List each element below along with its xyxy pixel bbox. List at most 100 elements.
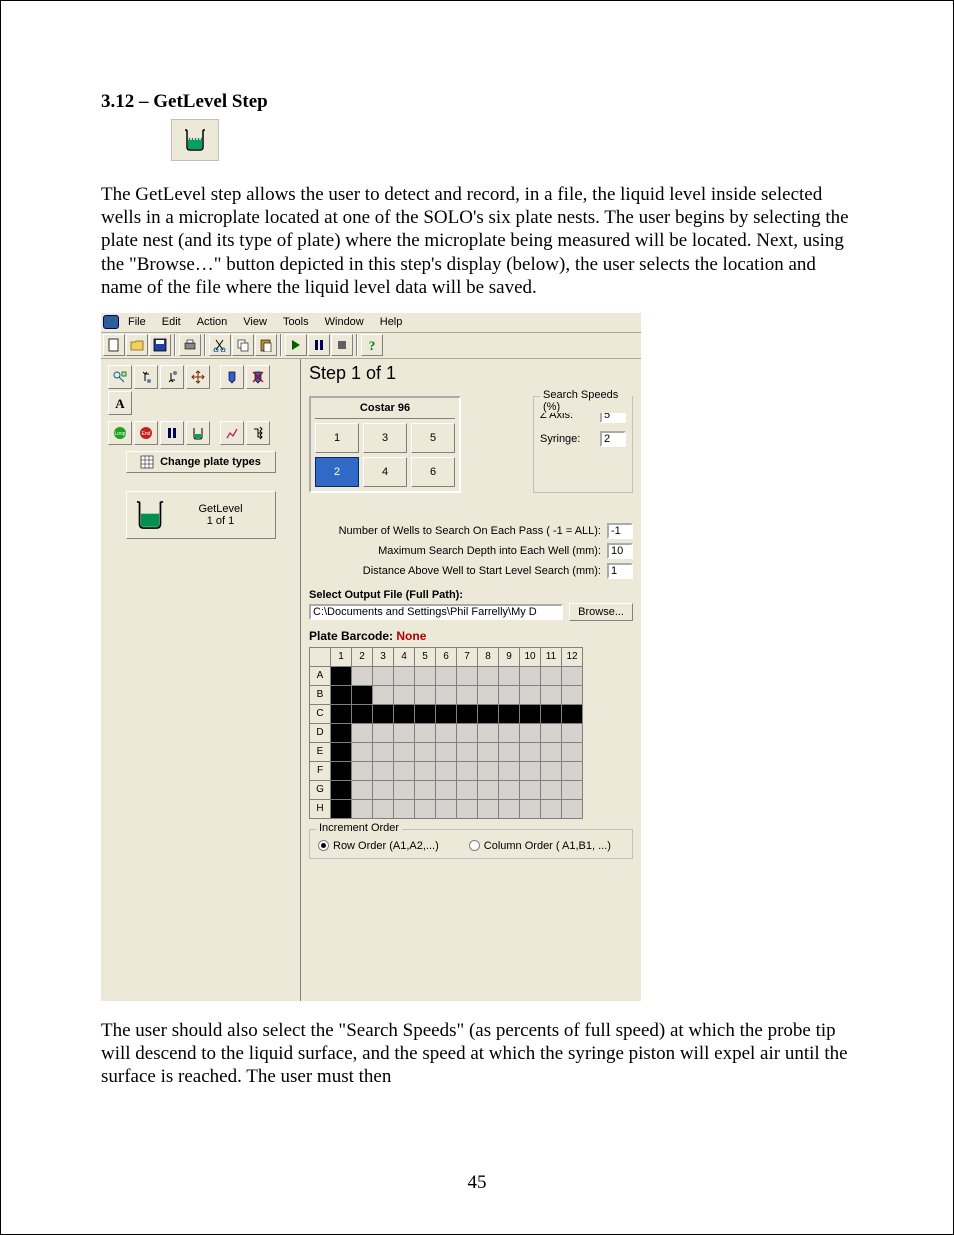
tool-text-icon[interactable]: A <box>108 391 132 415</box>
nest-cell-6[interactable]: 6 <box>411 457 455 487</box>
well-H6[interactable] <box>436 799 457 818</box>
well-G7[interactable] <box>457 780 478 799</box>
end-icon[interactable]: End <box>134 421 158 445</box>
help-icon[interactable]: ? <box>361 334 383 356</box>
well-F10[interactable] <box>520 761 541 780</box>
chart-icon[interactable] <box>220 421 244 445</box>
well-A8[interactable] <box>478 666 499 685</box>
row-header-C[interactable]: C <box>310 704 331 723</box>
well-A4[interactable] <box>394 666 415 685</box>
well-G10[interactable] <box>520 780 541 799</box>
well-E12[interactable] <box>562 742 583 761</box>
menu-action[interactable]: Action <box>190 314 235 330</box>
col-header-2[interactable]: 2 <box>352 647 373 666</box>
well-E2[interactable] <box>352 742 373 761</box>
row-header-A[interactable]: A <box>310 666 331 685</box>
well-A7[interactable] <box>457 666 478 685</box>
well-E7[interactable] <box>457 742 478 761</box>
well-grid[interactable]: 123456789101112ABCDEFGH <box>309 647 583 819</box>
col-header-3[interactable]: 3 <box>373 647 394 666</box>
col-header-11[interactable]: 11 <box>541 647 562 666</box>
well-H8[interactable] <box>478 799 499 818</box>
well-F8[interactable] <box>478 761 499 780</box>
well-E10[interactable] <box>520 742 541 761</box>
well-G3[interactable] <box>373 780 394 799</box>
col-header-12[interactable]: 12 <box>562 647 583 666</box>
menu-help[interactable]: Help <box>373 314 410 330</box>
nest-cell-1[interactable]: 1 <box>315 423 359 453</box>
col-header-10[interactable]: 10 <box>520 647 541 666</box>
well-C9[interactable] <box>499 704 520 723</box>
column-order-radio[interactable]: Column Order ( A1,B1, ...) <box>469 840 611 852</box>
well-C2[interactable] <box>352 704 373 723</box>
nest-cell-4[interactable]: 4 <box>363 457 407 487</box>
well-G6[interactable] <box>436 780 457 799</box>
well-D5[interactable] <box>415 723 436 742</box>
row-header-B[interactable]: B <box>310 685 331 704</box>
well-E8[interactable] <box>478 742 499 761</box>
well-B1[interactable] <box>331 685 352 704</box>
stop-icon[interactable] <box>331 334 353 356</box>
well-A9[interactable] <box>499 666 520 685</box>
tool-a-icon[interactable] <box>108 365 132 389</box>
browse-button[interactable]: Browse... <box>569 603 633 621</box>
loop-icon[interactable]: Loop <box>108 421 132 445</box>
well-A10[interactable] <box>520 666 541 685</box>
well-G9[interactable] <box>499 780 520 799</box>
well-C5[interactable] <box>415 704 436 723</box>
well-B5[interactable] <box>415 685 436 704</box>
well-B9[interactable] <box>499 685 520 704</box>
beaker-small-icon[interactable] <box>186 421 210 445</box>
well-A5[interactable] <box>415 666 436 685</box>
well-F4[interactable] <box>394 761 415 780</box>
well-F7[interactable] <box>457 761 478 780</box>
well-E11[interactable] <box>541 742 562 761</box>
well-A1[interactable] <box>331 666 352 685</box>
well-F12[interactable] <box>562 761 583 780</box>
well-G4[interactable] <box>394 780 415 799</box>
well-H4[interactable] <box>394 799 415 818</box>
well-G11[interactable] <box>541 780 562 799</box>
paste-icon[interactable] <box>255 334 277 356</box>
well-D6[interactable] <box>436 723 457 742</box>
well-D3[interactable] <box>373 723 394 742</box>
well-F3[interactable] <box>373 761 394 780</box>
menu-window[interactable]: Window <box>318 314 371 330</box>
tool-tip-icon[interactable] <box>220 365 244 389</box>
cut-icon[interactable] <box>209 334 231 356</box>
well-C1[interactable] <box>331 704 352 723</box>
row-header-D[interactable]: D <box>310 723 331 742</box>
well-H9[interactable] <box>499 799 520 818</box>
well-D12[interactable] <box>562 723 583 742</box>
syringe-input[interactable] <box>600 431 626 447</box>
col-header-5[interactable]: 5 <box>415 647 436 666</box>
open-icon[interactable] <box>126 334 148 356</box>
col-header-9[interactable]: 9 <box>499 647 520 666</box>
row-header-F[interactable]: F <box>310 761 331 780</box>
max-depth-input[interactable] <box>607 543 633 559</box>
well-F2[interactable] <box>352 761 373 780</box>
col-header-7[interactable]: 7 <box>457 647 478 666</box>
well-D7[interactable] <box>457 723 478 742</box>
well-E3[interactable] <box>373 742 394 761</box>
well-A12[interactable] <box>562 666 583 685</box>
col-header-6[interactable]: 6 <box>436 647 457 666</box>
well-D4[interactable] <box>394 723 415 742</box>
well-E6[interactable] <box>436 742 457 761</box>
num-wells-input[interactable] <box>607 523 633 539</box>
well-B8[interactable] <box>478 685 499 704</box>
well-G12[interactable] <box>562 780 583 799</box>
row-header-H[interactable]: H <box>310 799 331 818</box>
well-B10[interactable] <box>520 685 541 704</box>
row-order-radio[interactable]: Row Order (A1,A2,...) <box>318 840 439 852</box>
well-H11[interactable] <box>541 799 562 818</box>
nest-cell-3[interactable]: 3 <box>363 423 407 453</box>
print-icon[interactable] <box>179 334 201 356</box>
well-G5[interactable] <box>415 780 436 799</box>
dist-above-input[interactable] <box>607 563 633 579</box>
well-C7[interactable] <box>457 704 478 723</box>
well-C11[interactable] <box>541 704 562 723</box>
well-B11[interactable] <box>541 685 562 704</box>
well-B6[interactable] <box>436 685 457 704</box>
tool-tip-x-icon[interactable] <box>246 365 270 389</box>
